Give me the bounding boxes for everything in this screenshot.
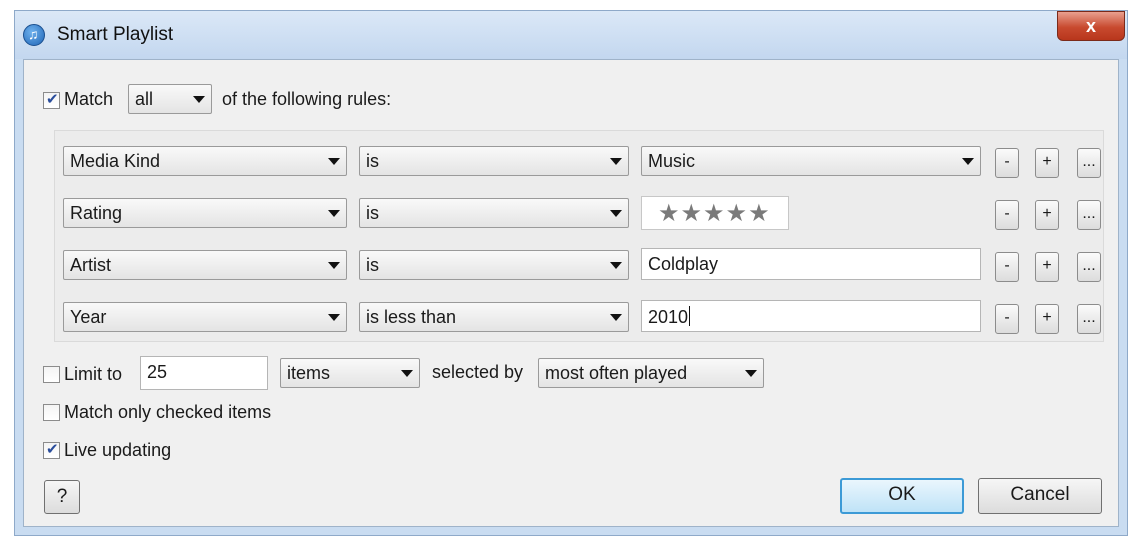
rule-1-add-button[interactable]: + [1035, 148, 1059, 178]
selected-by-label: selected by [432, 362, 524, 382]
rule-1-value-dropdown[interactable]: Music [641, 146, 981, 176]
rule-1-remove-button[interactable]: - [995, 148, 1019, 178]
chevron-down-icon [401, 370, 413, 377]
limit-label: Limit to [64, 364, 123, 384]
match-checked-label: Match only checked items [64, 402, 272, 422]
rule-4-operator-value: is less than [366, 307, 457, 327]
rules-panel: Media Kind is Music - + ... Rating is ★★… [54, 130, 1104, 342]
ok-button[interactable]: OK [840, 478, 964, 514]
limit-count-value: 25 [147, 362, 168, 382]
limit-unit-dropdown[interactable]: items [280, 358, 420, 388]
chevron-down-icon [328, 314, 340, 321]
chevron-down-icon [610, 210, 622, 217]
rule-2-rating-field[interactable]: ★★★★★ [641, 196, 789, 230]
close-icon: x [1085, 16, 1096, 36]
rule-3-operator-dropdown[interactable]: is [359, 250, 629, 280]
rule-4-operator-dropdown[interactable]: is less than [359, 302, 629, 332]
match-checkbox[interactable] [43, 90, 60, 109]
title-bar: Smart Playlist x [15, 11, 1127, 59]
itunes-icon [23, 24, 45, 46]
chevron-down-icon [610, 314, 622, 321]
chevron-down-icon [328, 262, 340, 269]
rule-4-value-input[interactable]: 2010 [641, 300, 981, 332]
cancel-button[interactable]: Cancel [978, 478, 1102, 514]
rule-2-operator-value: is [366, 203, 379, 223]
rule-3-operator-value: is [366, 255, 379, 275]
selected-by-value: most often played [545, 363, 688, 383]
match-checked-checkbox[interactable] [43, 404, 60, 421]
rule-3-field-value: Artist [70, 255, 112, 275]
rule-2-add-button[interactable]: + [1035, 200, 1059, 230]
rule-4-field-value: Year [70, 307, 107, 327]
rule-1-operator-dropdown[interactable]: is [359, 146, 629, 176]
rule-1-value: Music [648, 151, 696, 171]
chevron-down-icon [328, 210, 340, 217]
live-updating-label: Live updating [64, 440, 172, 460]
chevron-down-icon [610, 262, 622, 269]
live-updating-checkbox[interactable] [43, 440, 60, 459]
text-cursor [689, 306, 691, 326]
smart-playlist-window: Smart Playlist x Match all of the follow… [14, 10, 1128, 536]
rule-3-more-button[interactable]: ... [1077, 252, 1101, 282]
chevron-down-icon [328, 158, 340, 165]
rule-4-more-button[interactable]: ... [1077, 304, 1101, 334]
rating-stars[interactable]: ★★★★★ [658, 199, 771, 228]
rule-3-add-button[interactable]: + [1035, 252, 1059, 282]
rule-3-field-dropdown[interactable]: Artist [63, 250, 347, 280]
window-title: Smart Playlist [57, 24, 174, 45]
rule-4-add-button[interactable]: + [1035, 304, 1059, 334]
rule-2-field-value: Rating [70, 203, 123, 223]
chevron-down-icon [610, 158, 622, 165]
rule-4-value: 2010 [648, 307, 689, 327]
limit-checkbox[interactable] [43, 366, 60, 383]
rule-3-remove-button[interactable]: - [995, 252, 1019, 282]
rule-1-operator-value: is [366, 151, 379, 171]
rule-3-value: Coldplay [648, 254, 719, 274]
rule-1-field-value: Media Kind [70, 151, 161, 171]
rule-1-more-button[interactable]: ... [1077, 148, 1101, 178]
match-mode-dropdown[interactable]: all [128, 84, 212, 114]
chevron-down-icon [962, 158, 974, 165]
match-label: Match [64, 89, 114, 109]
rule-4-field-dropdown[interactable]: Year [63, 302, 347, 332]
rule-2-more-button[interactable]: ... [1077, 200, 1101, 230]
chevron-down-icon [193, 96, 205, 103]
match-suffix-label: of the following rules: [222, 89, 392, 109]
rule-3-value-input[interactable]: Coldplay [641, 248, 981, 280]
selected-by-dropdown[interactable]: most often played [538, 358, 764, 388]
limit-unit-value: items [287, 363, 331, 383]
chevron-down-icon [745, 370, 757, 377]
limit-count-input[interactable]: 25 [140, 356, 268, 390]
dialog-body: Match all of the following rules: Media … [23, 59, 1119, 527]
rule-2-remove-button[interactable]: - [995, 200, 1019, 230]
rule-2-operator-dropdown[interactable]: is [359, 198, 629, 228]
rule-4-remove-button[interactable]: - [995, 304, 1019, 334]
help-button[interactable]: ? [44, 480, 80, 514]
close-button[interactable]: x [1057, 11, 1125, 41]
rule-1-field-dropdown[interactable]: Media Kind [63, 146, 347, 176]
match-mode-value: all [135, 89, 154, 109]
rule-2-field-dropdown[interactable]: Rating [63, 198, 347, 228]
